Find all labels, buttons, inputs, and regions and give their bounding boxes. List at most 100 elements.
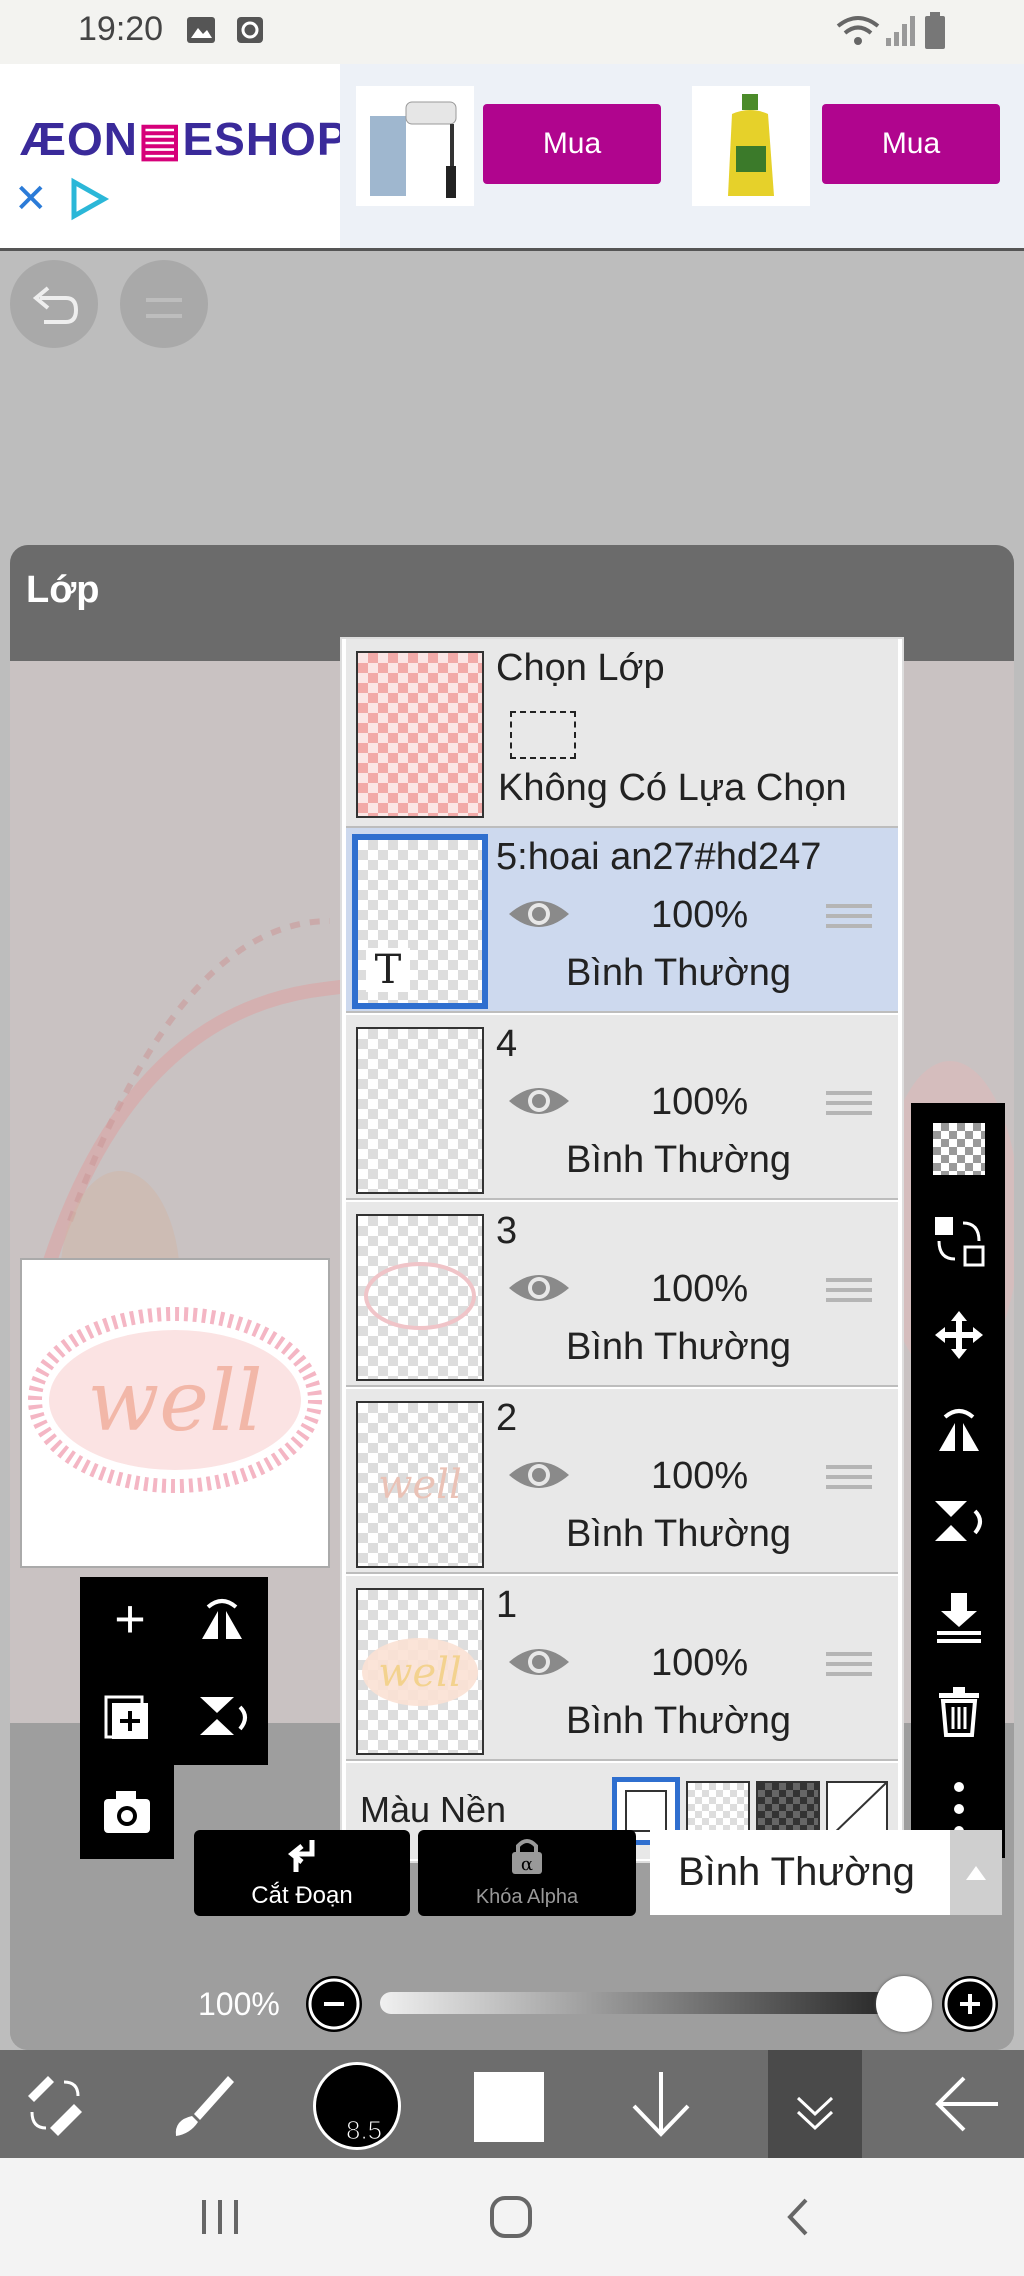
preview-artwork: well bbox=[28, 1307, 322, 1493]
blend-mode-select[interactable]: Bình Thường bbox=[650, 1830, 950, 1915]
layer-blend-mode: Bình Thường bbox=[566, 952, 792, 994]
layer-row[interactable]: 4 100% Bình Thường bbox=[346, 1015, 898, 1200]
visibility-eye-icon[interactable] bbox=[506, 1455, 572, 1495]
layer-name: 5:hoai an27#hd247 bbox=[496, 836, 822, 878]
layer-thumbnail: well bbox=[356, 1401, 484, 1568]
flip-horizontal-icon[interactable] bbox=[194, 1595, 250, 1651]
layer-row[interactable]: well 2 100% Bình Thường bbox=[346, 1389, 898, 1574]
alpha-lock-button[interactable]: α Khóa Alpha bbox=[418, 1830, 636, 1916]
layer-blend-mode: Bình Thường bbox=[566, 1326, 792, 1368]
minus-icon bbox=[308, 1978, 360, 2030]
drag-handle-icon[interactable] bbox=[826, 1278, 872, 1308]
drag-handle-icon[interactable] bbox=[826, 904, 872, 934]
layer-row[interactable]: well 1 100% Bình Thường bbox=[346, 1576, 898, 1761]
wifi-icon bbox=[836, 16, 880, 45]
bottom-toolbar: 8.5 bbox=[0, 2050, 1024, 2158]
opacity-slider-handle[interactable] bbox=[876, 1976, 932, 2032]
ad-brand-logo: ÆON▤ESHOP bbox=[20, 113, 349, 165]
close-ad-icon[interactable]: ✕ bbox=[14, 176, 48, 222]
selection-subtitle: Không Có Lựa Chọn bbox=[498, 767, 847, 809]
layer-thumb-text: well bbox=[378, 1650, 462, 1696]
layer-row[interactable]: T 5:hoai an27#hd247 100% Bình Thường bbox=[346, 828, 898, 1013]
layer-thumbnail bbox=[356, 1214, 484, 1381]
buy-button-1[interactable]: Mua bbox=[483, 104, 661, 184]
trash-icon[interactable] bbox=[933, 1685, 985, 1737]
blend-mode-expand-button[interactable] bbox=[950, 1830, 1002, 1915]
drag-handle-icon[interactable] bbox=[826, 1465, 872, 1495]
clip-button[interactable]: Cắt Đoạn bbox=[194, 1830, 410, 1916]
svg-text:α: α bbox=[521, 1854, 533, 1875]
transform-tool-icon[interactable] bbox=[20, 2070, 90, 2140]
ad-brand-suffix: ESHOP bbox=[182, 113, 349, 165]
layer-name: 1 bbox=[496, 1584, 518, 1626]
plus-icon bbox=[944, 1978, 996, 2030]
add-layer-icon[interactable]: + bbox=[106, 1592, 154, 1646]
ad-product-image-2 bbox=[692, 86, 810, 206]
clip-label: Cắt Đoạn bbox=[251, 1882, 353, 1909]
drag-handle-icon[interactable] bbox=[826, 1652, 872, 1682]
selection-marquee-icon bbox=[510, 711, 576, 759]
buy-button-2[interactable]: Mua bbox=[822, 104, 1000, 184]
layer-blend-mode: Bình Thường bbox=[566, 1700, 792, 1742]
flip-vertical-icon[interactable] bbox=[933, 1495, 985, 1547]
background-label: Màu Nền bbox=[360, 1789, 507, 1830]
layer-opacity: 100% bbox=[651, 1268, 749, 1310]
layer-opacity: 100% bbox=[651, 1642, 749, 1684]
alpha-lock-icon: α bbox=[512, 1839, 542, 1875]
ad-brand-name: ÆON bbox=[20, 113, 138, 165]
flip-horizontal-icon[interactable] bbox=[933, 1403, 985, 1455]
brush-tool-icon[interactable] bbox=[168, 2070, 238, 2140]
layer-blend-mode: Bình Thường bbox=[566, 1513, 792, 1555]
layer-opacity: 100% bbox=[651, 894, 749, 936]
back-arrow-icon[interactable] bbox=[930, 2064, 1004, 2144]
preview-text: well bbox=[87, 1352, 262, 1450]
brush-size-button[interactable]: 8.5 bbox=[313, 2062, 401, 2150]
merge-down-icon[interactable] bbox=[933, 1591, 985, 1643]
right-toolbar bbox=[911, 1103, 1005, 1858]
layer-list: Chọn Lớp Không Có Lựa Chọn T 5:hoai an27… bbox=[340, 637, 904, 1863]
layer-swap-icon[interactable] bbox=[933, 1215, 985, 1267]
layer-panel-toggle-button[interactable] bbox=[768, 2050, 862, 2158]
layer-name: 4 bbox=[496, 1023, 518, 1065]
status-bar: 19:20 bbox=[0, 0, 1024, 64]
home-icon[interactable] bbox=[486, 2192, 536, 2242]
redo-button[interactable] bbox=[120, 260, 208, 348]
back-nav-icon[interactable] bbox=[776, 2192, 820, 2242]
redo-icon bbox=[146, 298, 182, 318]
flip-vertical-icon[interactable] bbox=[194, 1689, 250, 1745]
camera-icon[interactable] bbox=[100, 1785, 154, 1839]
gallery-notification-icon bbox=[187, 17, 215, 43]
duplicate-layer-icon[interactable] bbox=[98, 1689, 154, 1745]
move-icon[interactable] bbox=[933, 1309, 985, 1361]
caret-up-icon bbox=[966, 1866, 986, 1880]
layer-thumbnail bbox=[356, 1027, 484, 1194]
ad-banner[interactable]: ÆON▤ESHOP ✕ Mua Mua bbox=[0, 64, 1024, 251]
canvas-preview[interactable]: well bbox=[20, 1258, 330, 1568]
layer-name: 2 bbox=[496, 1397, 518, 1439]
system-nav-bar bbox=[0, 2158, 1024, 2276]
selection-row[interactable]: Chọn Lớp Không Có Lựa Chọn bbox=[346, 639, 898, 828]
more-options-icon[interactable] bbox=[933, 1779, 985, 1831]
recent-apps-icon[interactable] bbox=[196, 2194, 248, 2240]
opacity-increase-button[interactable] bbox=[942, 1976, 998, 2032]
ad-choices-icon[interactable] bbox=[66, 176, 112, 222]
double-chevron-down-icon bbox=[796, 2096, 834, 2131]
layer-row[interactable]: 3 100% Bình Thường bbox=[346, 1202, 898, 1387]
arrow-down-icon[interactable] bbox=[624, 2064, 698, 2144]
drag-handle-icon[interactable] bbox=[826, 1091, 872, 1121]
opacity-value: 100% bbox=[198, 1986, 280, 2022]
transparent-fill-icon[interactable] bbox=[933, 1123, 985, 1175]
opacity-slider[interactable] bbox=[380, 1992, 905, 2014]
ad-product-image-1 bbox=[356, 86, 474, 206]
undo-button[interactable] bbox=[10, 260, 98, 348]
battery-icon bbox=[925, 12, 945, 49]
brush-size-value: 8.5 bbox=[345, 2115, 383, 2146]
opacity-decrease-button[interactable] bbox=[306, 1976, 362, 2032]
color-swatch-button[interactable] bbox=[474, 2072, 544, 2142]
layer-opacity: 100% bbox=[651, 1081, 749, 1123]
visibility-eye-icon[interactable] bbox=[506, 894, 572, 934]
visibility-eye-icon[interactable] bbox=[506, 1268, 572, 1308]
layer-thumb-text: well bbox=[378, 1462, 462, 1508]
visibility-eye-icon[interactable] bbox=[506, 1081, 572, 1121]
visibility-eye-icon[interactable] bbox=[506, 1642, 572, 1682]
